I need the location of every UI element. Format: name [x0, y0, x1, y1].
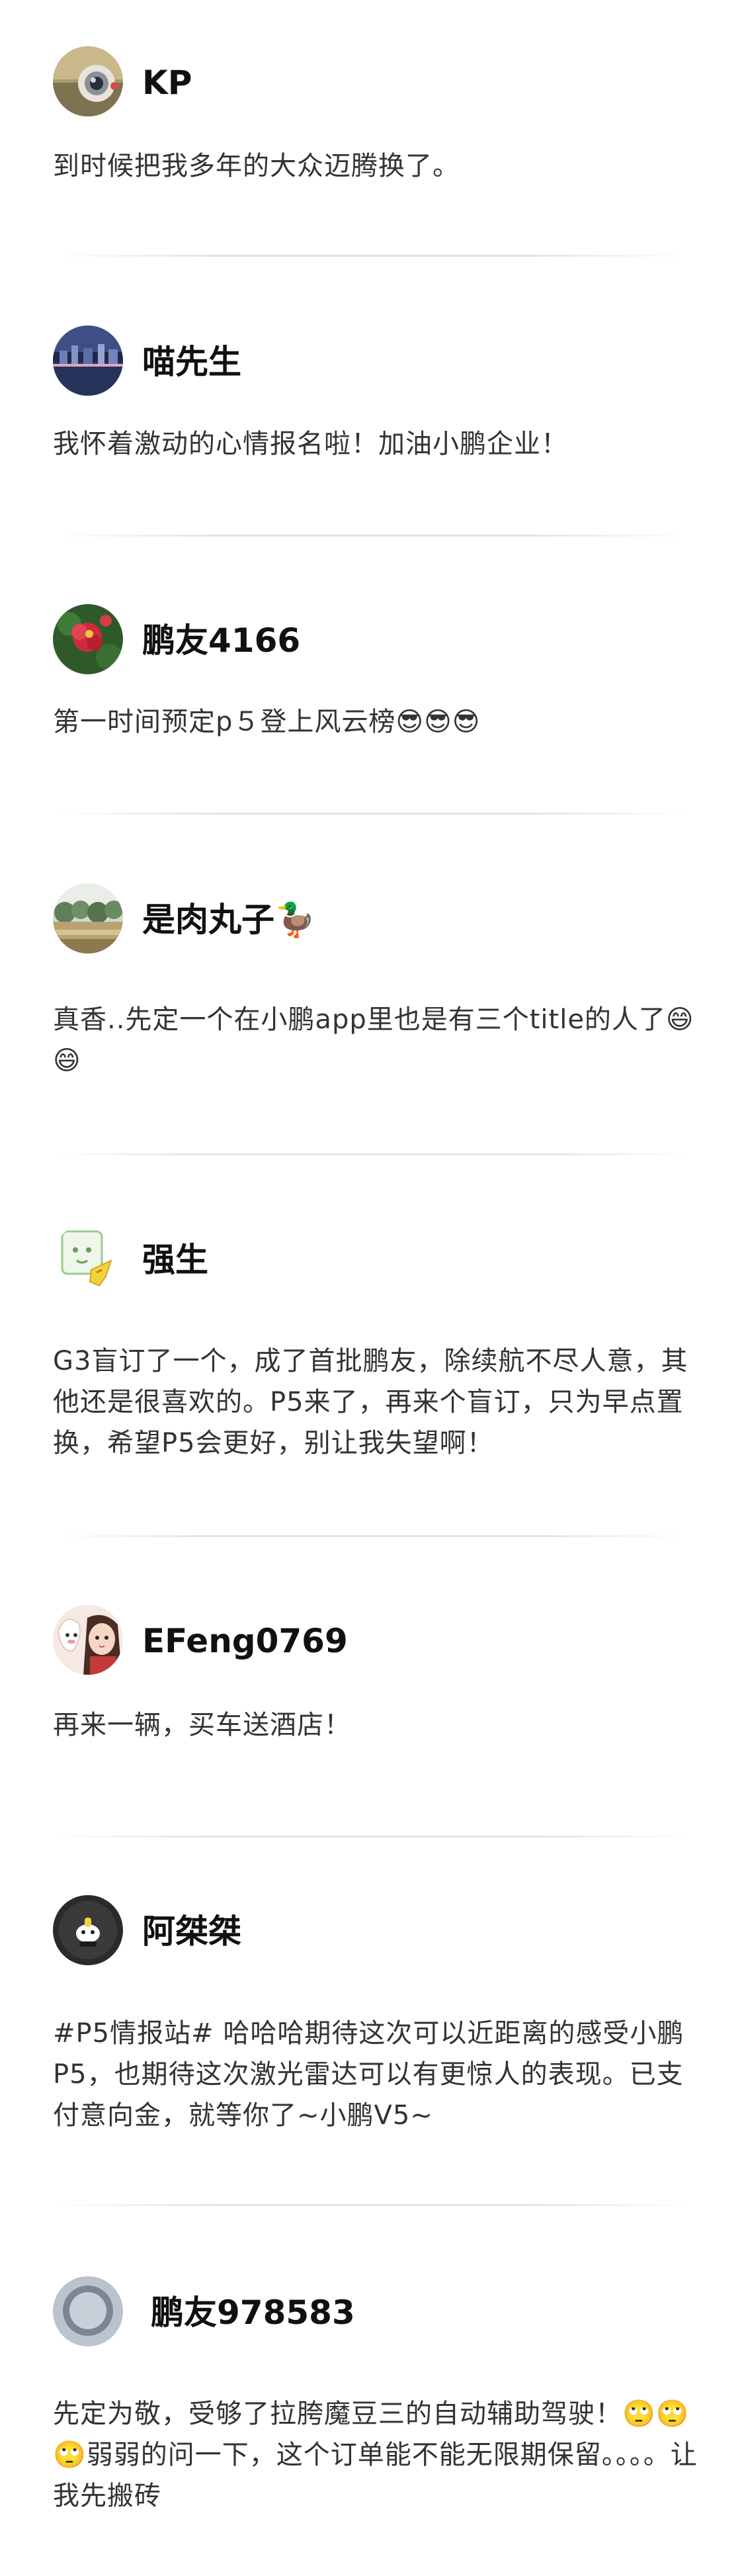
divider: [53, 2204, 691, 2206]
comment-user: EFeng0769: [0, 1605, 744, 1677]
comment-text: 到时候把我多年的大众迈腾换了。: [53, 151, 460, 181]
comment-text: 第一时间预定p５登上风云榜😎😎😎: [53, 707, 481, 737]
comment-item: 喵先生 我怀着激动的心情报名啦！加油小鹏企业！: [0, 326, 744, 459]
divider: [53, 1153, 691, 1155]
comment-item: 是肉丸子🦆 真香..先定一个在小鹏app里也是有三个title的人了😄😄: [0, 883, 744, 1076]
username[interactable]: 鹏友978583: [151, 2296, 355, 2329]
comment-text: #P5情报站# 哈哈哈期待这次可以近距离的感受小鹏P5，也期待这次激光雷达可以有…: [53, 2018, 684, 2131]
camera-lens-photo-avatar[interactable]: [53, 46, 123, 116]
comment-user: 是肉丸子🦆: [0, 883, 744, 956]
comment-feed: KP 到时候把我多年的大众迈腾换了。 喵先生 我怀着激动的心情报名啦！加油小鹏企…: [0, 0, 744, 2576]
comment-user: KP: [0, 46, 744, 119]
username[interactable]: 阿桀桀: [142, 1915, 241, 1948]
comment-item: KP 到时候把我多年的大众迈腾换了。: [0, 46, 744, 181]
comment-text: 先定为敬，受够了拉胯魔豆三的自动辅助驾驶！🙄🙄🙄弱弱的问一下，这个订单能不能无限…: [53, 2399, 698, 2511]
dark-cartoon-avatar[interactable]: [53, 1895, 123, 1965]
landscape-photo-avatar[interactable]: [53, 883, 123, 954]
divider: [53, 255, 691, 257]
default-user-avatar[interactable]: [53, 2276, 123, 2346]
comment-item: EFeng0769 再来一辆，买车送酒店！: [0, 1605, 744, 1740]
comment-user: 喵先生: [0, 326, 744, 398]
username[interactable]: 鹏友4166: [142, 624, 300, 657]
red-flower-photo-avatar[interactable]: [53, 604, 123, 674]
username[interactable]: 喵先生: [142, 345, 241, 378]
username[interactable]: 是肉丸子🦆: [142, 903, 315, 936]
comment-text: G3盲订了一个，成了首批鹏友，除续航不尽人意，其他还是很喜欢的。P5来了，再来个…: [53, 1346, 688, 1458]
comment-item: 阿桀桀 #P5情报站# 哈哈哈期待这次可以近距离的感受小鹏P5，也期待这次激光雷…: [0, 1895, 744, 2131]
comment-text: 再来一辆，买车送酒店！: [53, 1710, 351, 1740]
username[interactable]: KP: [142, 66, 192, 99]
comment-user: 鹏友978583: [0, 2276, 744, 2349]
username[interactable]: EFeng0769: [142, 1624, 348, 1658]
divider: [53, 535, 691, 537]
anime-girl-avatar[interactable]: [53, 1605, 123, 1675]
username[interactable]: 强生: [142, 1243, 208, 1276]
comment-user: 强生: [0, 1223, 744, 1296]
comment-item: 强生 G3盲订了一个，成了首批鹏友，除续航不尽人意，其他还是很喜欢的。P5来了，…: [0, 1223, 744, 1458]
comment-user: 鹏友4166: [0, 604, 744, 677]
divider: [53, 813, 691, 815]
cartoon-outlet-avatar[interactable]: [53, 1223, 123, 1294]
comment-text: 真香..先定一个在小鹏app里也是有三个title的人了😄😄: [53, 1004, 694, 1076]
divider: [53, 1836, 691, 1838]
comment-text: 我怀着激动的心情报名啦！加油小鹏企业！: [53, 429, 568, 459]
comment-item: 鹏友4166 第一时间预定p５登上风云榜😎😎😎: [0, 604, 744, 737]
comment-user: 阿桀桀: [0, 1895, 744, 1968]
comment-item: 鹏友978583 先定为敬，受够了拉胯魔豆三的自动辅助驾驶！🙄🙄🙄弱弱的问一下，…: [0, 2276, 744, 2511]
divider: [53, 1535, 691, 1537]
night-city-photo-avatar[interactable]: [53, 326, 123, 396]
